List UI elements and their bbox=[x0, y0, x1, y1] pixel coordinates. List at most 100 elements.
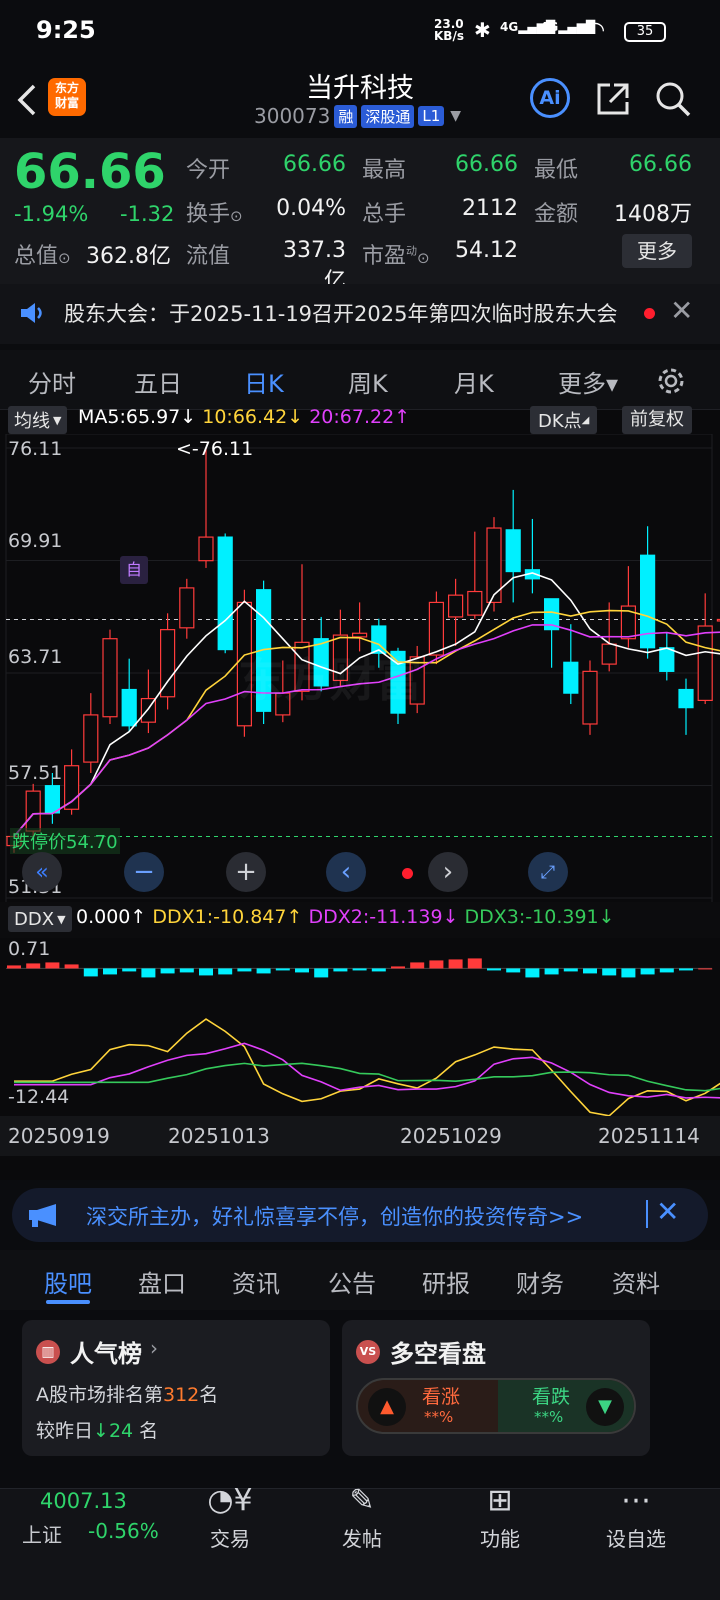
field-value-volume: 2112 bbox=[462, 196, 518, 221]
ddx-bar bbox=[448, 959, 463, 969]
ddx-bar bbox=[237, 968, 252, 972]
tab-profile[interactable]: 资料 bbox=[612, 1264, 660, 1299]
tab-daily-k[interactable]: 日K bbox=[244, 364, 284, 399]
candle-body bbox=[83, 714, 99, 763]
nav-post[interactable]: ✎ 发帖 bbox=[292, 1483, 432, 1552]
candle-body bbox=[582, 670, 598, 725]
indicator-selector[interactable]: 均线 ▼ bbox=[8, 406, 68, 434]
share-icon[interactable] bbox=[594, 80, 632, 118]
status-bar: 9:25 23.0 KB/s ✱ 4G▂▄▆█ 4G▂▄▆█ ◠ 35 bbox=[0, 0, 720, 62]
field-label-low: 最低 bbox=[534, 158, 579, 183]
network-speed: 23.0 KB/s bbox=[434, 17, 464, 43]
index-value[interactable]: 4007.13 bbox=[40, 1489, 127, 1513]
tab-orderbook[interactable]: 盘口 bbox=[138, 1264, 186, 1299]
kline-svg[interactable] bbox=[0, 434, 720, 1180]
info-icon-2[interactable]: ⊙ bbox=[58, 249, 71, 267]
price-tick-4: 57.51 bbox=[8, 762, 63, 784]
more-dots-icon: ⋯ bbox=[621, 1483, 651, 1518]
grid-icon: ⊞ bbox=[487, 1483, 513, 1518]
field-label-float: 流值 bbox=[186, 244, 231, 269]
tab-forum[interactable]: 股吧 bbox=[44, 1264, 92, 1299]
bull-bear-title: 多空看盘 bbox=[390, 1340, 486, 1368]
tab-announcements[interactable]: 公告 bbox=[328, 1264, 376, 1299]
more-button[interactable]: 更多 bbox=[622, 234, 692, 268]
nav-functions[interactable]: ⊞ 功能 bbox=[430, 1483, 570, 1552]
ddx-tick-1: 0.71 bbox=[8, 938, 51, 960]
ddx-bar bbox=[544, 968, 559, 975]
ddx-bar bbox=[314, 968, 329, 978]
zoom-in-button[interactable]: + bbox=[226, 852, 266, 892]
limit-down-label: 跌停价54.70 bbox=[10, 828, 120, 854]
live-dot bbox=[402, 868, 413, 879]
tab-finance[interactable]: 财务 bbox=[516, 1264, 564, 1299]
yen-icon: ◔¥ bbox=[207, 1483, 253, 1518]
notice-bar[interactable]: 股东大会：于2025-11-19召开2025年第四次临时股东大会 ✕ bbox=[0, 284, 720, 344]
candle-body bbox=[63, 765, 80, 810]
last-price: 66.66 bbox=[14, 144, 166, 200]
ddx-bar bbox=[199, 968, 213, 976]
zoom-out-button[interactable]: − bbox=[124, 852, 164, 892]
price-tick-2: 69.91 bbox=[8, 530, 63, 552]
next-button[interactable]: › bbox=[428, 852, 468, 892]
ddx-tick-2: -12.44 bbox=[8, 1086, 70, 1108]
candle-body bbox=[448, 594, 464, 618]
candle-body bbox=[198, 536, 214, 562]
ddx2-line bbox=[14, 1042, 720, 1099]
nav-watchlist[interactable]: ⋯ 设自选 bbox=[566, 1483, 706, 1552]
close-icon[interactable]: ✕ bbox=[670, 294, 693, 327]
prev-button[interactable]: ‹ bbox=[326, 852, 366, 892]
bull-bear-card[interactable]: VS 多空看盘 ▲ 看涨 **% 看跌 **% ▼ bbox=[342, 1320, 650, 1456]
bull-arrow-icon[interactable]: ▲ bbox=[368, 1388, 406, 1426]
ad-close-icon[interactable]: ✕ bbox=[656, 1195, 679, 1228]
dropdown-icon[interactable]: ▼ bbox=[450, 108, 461, 124]
bear-arrow-icon[interactable]: ▼ bbox=[586, 1388, 624, 1426]
ma5-value: MA5:65.97 bbox=[78, 406, 181, 428]
ddx-bar bbox=[640, 968, 655, 975]
ddx-bar bbox=[352, 968, 367, 971]
rewind-button[interactable]: « bbox=[22, 852, 62, 892]
date-label-3: 20251029 bbox=[400, 1124, 502, 1148]
self-select-tag[interactable]: 自 bbox=[120, 556, 148, 584]
tab-more[interactable]: 更多▾ bbox=[558, 364, 618, 399]
ddx-bar bbox=[7, 965, 21, 969]
tab-research[interactable]: 研报 bbox=[422, 1264, 470, 1299]
fullscreen-button[interactable]: ⤢ bbox=[528, 852, 568, 892]
info-icon[interactable]: ⊙ bbox=[230, 207, 243, 225]
ddx-selector[interactable]: DDX ▼ bbox=[8, 906, 72, 932]
candle-body bbox=[217, 536, 233, 651]
bull-bear-toggle[interactable]: ▲ 看涨 **% 看跌 **% ▼ bbox=[356, 1378, 636, 1434]
kline-chart-area[interactable]: 均线 ▼ MA5:65.97↓ 10:66.42↓ 20:67.22↑ DK点 ◢ … bbox=[0, 406, 720, 1180]
tab-weekly-k[interactable]: 周K bbox=[348, 364, 388, 399]
nav-trade[interactable]: ◔¥ 交易 bbox=[160, 1483, 300, 1552]
search-icon[interactable] bbox=[654, 80, 692, 118]
tab-news[interactable]: 资讯 bbox=[232, 1264, 280, 1299]
ddx-bar bbox=[563, 968, 578, 972]
tab-five-day[interactable]: 五日 bbox=[134, 364, 182, 399]
rank-line: A股市场排名第312名 bbox=[36, 1384, 219, 1406]
ad-banner[interactable]: 深交所主办，好礼惊喜享不停，创造你的投资传奇>> ✕ bbox=[12, 1188, 708, 1242]
ddx-bar bbox=[487, 968, 501, 971]
settings-gear-icon[interactable] bbox=[656, 366, 686, 396]
popularity-card[interactable]: ▥ 人气榜 › A股市场排名第312名 较昨日↓24 名 bbox=[22, 1320, 330, 1456]
quote-panel: 66.66 -1.94% -1.32 今开 66.66 最高 66.66 最低 … bbox=[0, 138, 720, 294]
info-icon-3[interactable]: ⊙ bbox=[417, 249, 430, 267]
ad-text: 深交所主办，好礼惊喜享不停，创造你的投资传奇>> bbox=[86, 1205, 584, 1229]
ddx-bar bbox=[679, 968, 693, 971]
ddx-bar bbox=[122, 968, 137, 972]
ddx-bar bbox=[621, 968, 636, 978]
notice-text: 股东大会：于2025-11-19召开2025年第四次临时股东大会 bbox=[64, 302, 618, 326]
megaphone-icon bbox=[29, 1204, 56, 1227]
ddx-bar bbox=[467, 958, 482, 969]
dk-point-button[interactable]: DK点 ◢ bbox=[530, 406, 598, 434]
candle-body bbox=[659, 647, 675, 672]
adjust-button[interactable]: 前复权 bbox=[622, 406, 692, 434]
ddx-bar bbox=[602, 968, 617, 976]
tab-monthly-k[interactable]: 月K bbox=[454, 364, 494, 399]
candle-body bbox=[563, 661, 579, 694]
field-label-volume: 总手 bbox=[362, 202, 407, 227]
building-icon: ▥ bbox=[36, 1340, 60, 1364]
ai-button[interactable]: Ai bbox=[530, 78, 570, 118]
candle-body bbox=[601, 643, 617, 665]
tab-intraday[interactable]: 分时 bbox=[28, 364, 76, 399]
ddx1-line bbox=[14, 1018, 720, 1117]
